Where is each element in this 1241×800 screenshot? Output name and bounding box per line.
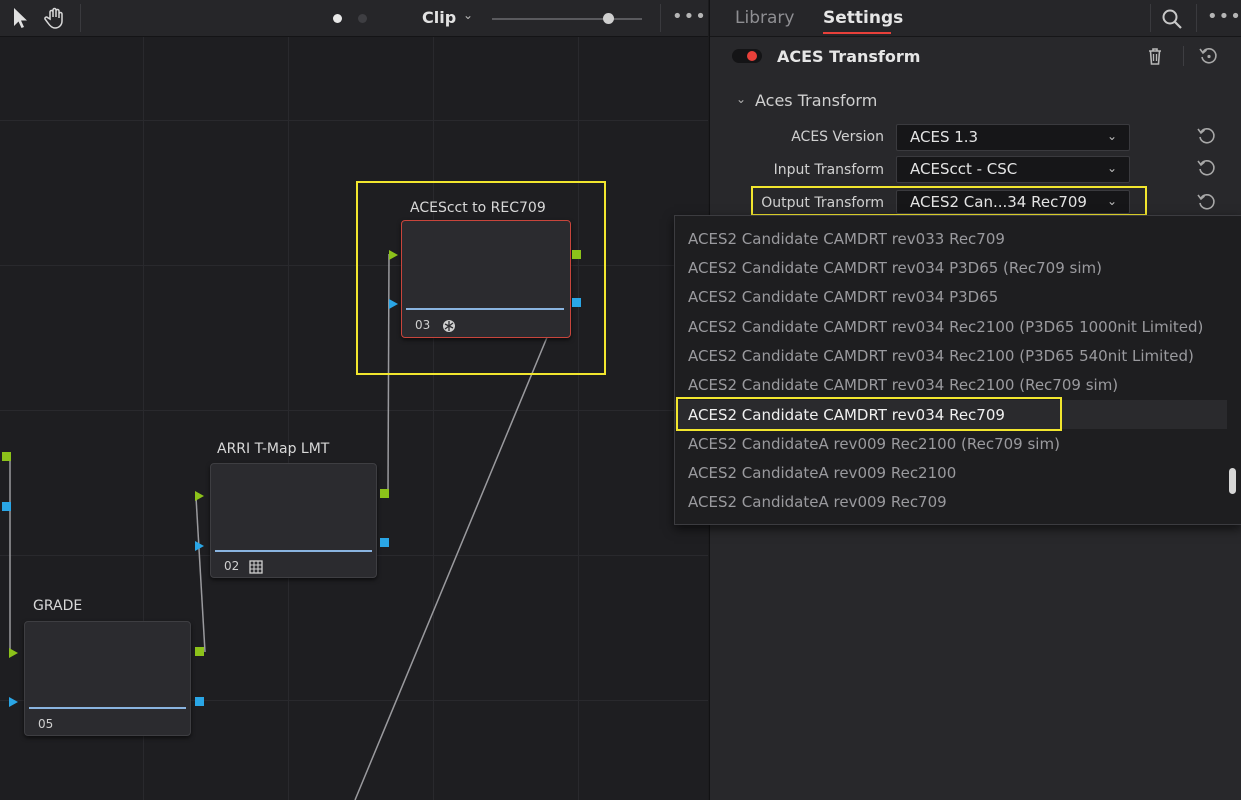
aces-version-dropdown[interactable]: ACES 1.3 ⌄: [896, 124, 1130, 151]
output-transform-dropdown[interactable]: ACES2 Can...34 Rec709 ⌄: [896, 190, 1130, 214]
node-input-alpha[interactable]: [389, 299, 398, 309]
trash-icon[interactable]: [1146, 46, 1164, 66]
node-output-rgb[interactable]: [2, 452, 11, 461]
dropdown-value: ACES2 Can...34 Rec709: [910, 193, 1087, 211]
node-title: ARRI T-Map LMT: [217, 441, 330, 457]
node-editor[interactable]: Clip ⌄ ••• ACEScct to REC709 03 ARRI T-M…: [0, 0, 708, 800]
node-input-rgb[interactable]: [9, 648, 18, 658]
node-number: 05: [38, 717, 54, 731]
reset-icon[interactable]: [1196, 125, 1218, 147]
section-title[interactable]: Aces Transform: [755, 91, 877, 110]
node-05[interactable]: 05: [24, 621, 191, 736]
active-tab-indicator: [823, 32, 891, 34]
node-output-alpha[interactable]: [572, 298, 581, 307]
option-item[interactable]: ACES2 Candidate CAMDRT rev034 Rec2100 (P…: [675, 341, 1227, 370]
chevron-down-icon: ⌄: [1106, 129, 1117, 143]
tab-library[interactable]: Library: [735, 8, 794, 28]
option-item[interactable]: ACES2 CandidateA rev009 Rec2100 (Rec709 …: [675, 429, 1227, 458]
option-item[interactable]: ACES2 Candidate CAMDRT rev034 P3D65: [675, 282, 1227, 311]
option-item[interactable]: ACES2 Candidate CAMDRT rev034 Rec2100 (P…: [675, 312, 1227, 341]
panel-tabbar: Library Settings •••: [710, 0, 1241, 37]
reset-icon[interactable]: [1196, 191, 1218, 213]
output-transform-options-list[interactable]: ACES2 Candidate CAMDRT rev033 Rec709 ACE…: [674, 215, 1241, 525]
node-output-alpha[interactable]: [195, 697, 204, 706]
search-icon[interactable]: [1161, 8, 1183, 30]
aces-fx-icon: [442, 318, 456, 332]
node-03[interactable]: 03: [401, 220, 571, 338]
option-item[interactable]: ACES2 Candidate CAMDRT rev033 Rec709: [675, 224, 1227, 253]
param-label: ACES Version: [791, 129, 884, 145]
node-output-rgb[interactable]: [380, 489, 389, 498]
option-item[interactable]: ACES2 Candidate CAMDRT rev034 P3D65 (Rec…: [675, 253, 1227, 282]
param-label: Input Transform: [773, 162, 884, 178]
dropdown-value: ACEScct - CSC: [910, 160, 1018, 178]
param-label: Output Transform: [761, 195, 884, 211]
tab-settings[interactable]: Settings: [823, 8, 903, 28]
node-number: 03: [415, 318, 431, 332]
ellipsis-icon[interactable]: •••: [1207, 6, 1241, 27]
node-output-alpha[interactable]: [380, 538, 389, 547]
effect-enable-toggle[interactable]: [732, 49, 762, 63]
node-02[interactable]: 02: [210, 463, 377, 578]
node-input-alpha[interactable]: [195, 541, 204, 551]
highlight-box-selected-option: [676, 397, 1062, 431]
node-input-alpha[interactable]: [9, 697, 18, 707]
option-item[interactable]: ACES2 CandidateA rev009 Rec709: [675, 487, 1227, 516]
reset-all-icon[interactable]: [1198, 45, 1220, 67]
chevron-down-icon[interactable]: ⌄: [736, 92, 746, 106]
dropdown-value: ACES 1.3: [910, 128, 979, 146]
effect-title: ACES Transform: [777, 47, 921, 66]
reset-icon[interactable]: [1196, 157, 1218, 179]
node-number: 02: [224, 559, 240, 573]
option-item[interactable]: ACES2 CandidateA rev009 Rec2100: [675, 458, 1227, 487]
input-transform-dropdown[interactable]: ACEScct - CSC ⌄: [896, 156, 1130, 183]
chevron-down-icon: ⌄: [1106, 194, 1117, 208]
scrollbar-thumb[interactable]: [1229, 468, 1236, 494]
node-title: ACEScct to REC709: [410, 200, 546, 216]
option-item[interactable]: ACES2 Candidate CAMDRT rev034 Rec2100 (R…: [675, 370, 1227, 399]
node-input-rgb[interactable]: [195, 491, 204, 501]
node-output-alpha[interactable]: [2, 502, 11, 511]
node-output-rgb[interactable]: [572, 250, 581, 259]
node-input-rgb[interactable]: [389, 250, 398, 260]
node-output-rgb[interactable]: [195, 647, 204, 656]
grid-lut-icon: [249, 559, 263, 574]
node-title: GRADE: [33, 598, 83, 614]
chevron-down-icon: ⌄: [1106, 161, 1117, 175]
